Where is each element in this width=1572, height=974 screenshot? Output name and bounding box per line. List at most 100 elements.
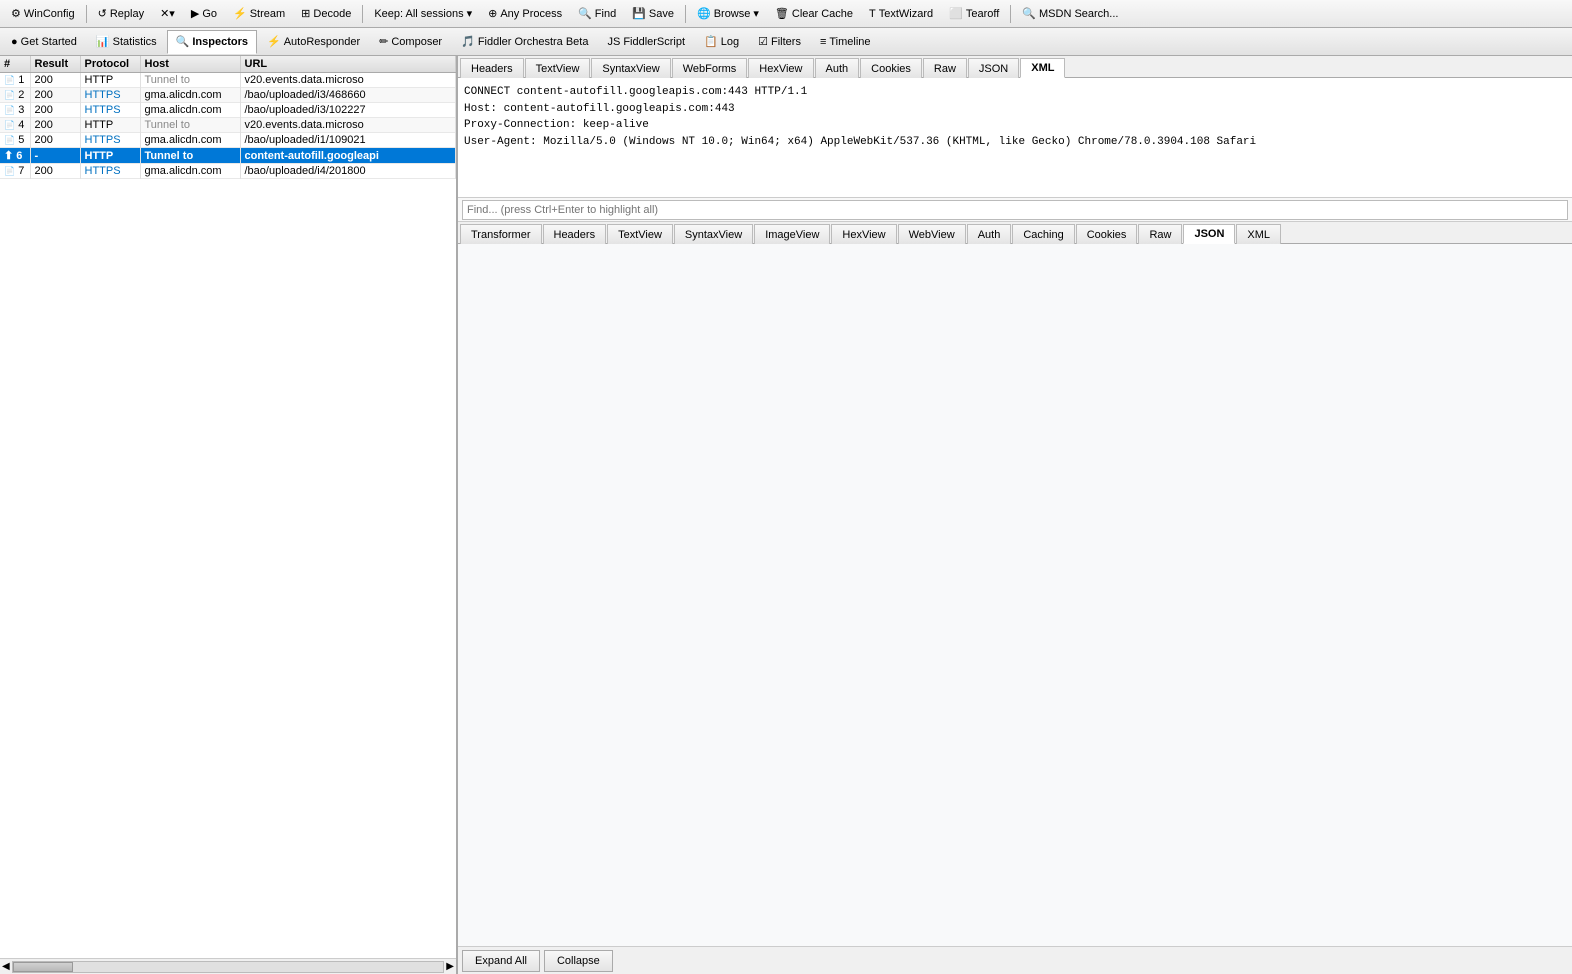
cell-host: Tunnel to xyxy=(140,148,240,164)
go-button[interactable]: ▶ Go xyxy=(184,3,224,25)
lower-tab-caching[interactable]: Caching xyxy=(1012,224,1074,244)
table-row[interactable]: 📄 5 200 HTTPS gma.alicdn.com /bao/upload… xyxy=(0,133,456,148)
table-row[interactable]: 📄 1 200 HTTP Tunnel to v20.events.data.m… xyxy=(0,73,456,88)
tab-filters[interactable]: ☑ Filters xyxy=(749,30,810,54)
table-row[interactable]: 📄 3 200 HTTPS gma.alicdn.com /bao/upload… xyxy=(0,103,456,118)
x-button[interactable]: ✕▾ xyxy=(153,3,182,25)
tearoff-icon: ⬜ xyxy=(949,7,963,20)
lower-tab-transformer[interactable]: Transformer xyxy=(460,224,542,244)
lower-tab-webview[interactable]: WebView xyxy=(898,224,966,244)
filters-icon: ☑ xyxy=(758,35,768,48)
stream-button[interactable]: ⚡ Stream xyxy=(226,3,292,25)
replay-button[interactable]: ↺ Replay xyxy=(91,3,151,25)
secondary-tabbar: ● Get Started 📊 Statistics 🔍 Inspectors … xyxy=(0,28,1572,56)
cell-protocol: HTTP xyxy=(80,118,140,133)
tab-autoresponder[interactable]: ⚡ AutoResponder xyxy=(258,30,369,54)
upper-tab-cookies[interactable]: Cookies xyxy=(860,58,922,78)
fiddlerscript-icon: JS xyxy=(607,36,620,48)
table-row[interactable]: 📄 4 200 HTTP Tunnel to v20.events.data.m… xyxy=(0,118,456,133)
tearoff-button[interactable]: ⬜ Tearoff xyxy=(942,3,1006,25)
upper-tab-raw[interactable]: Raw xyxy=(923,58,967,78)
any-process-button[interactable]: ⊕ Any Process xyxy=(481,3,569,25)
table-row[interactable]: 📄 7 200 HTTPS gma.alicdn.com /bao/upload… xyxy=(0,164,456,179)
tab-get-started[interactable]: ● Get Started xyxy=(2,30,86,54)
upper-tab-textview[interactable]: TextView xyxy=(525,58,591,78)
lower-tab-xml[interactable]: XML xyxy=(1236,224,1281,244)
cell-id: 📄 3 xyxy=(0,103,30,118)
cell-id: 📄 7 xyxy=(0,164,30,179)
lower-tab-headers[interactable]: Headers xyxy=(543,224,607,244)
lower-tab-cookies[interactable]: Cookies xyxy=(1076,224,1138,244)
lower-tab-auth[interactable]: Auth xyxy=(967,224,1012,244)
bottom-button-bar: Expand All Collapse xyxy=(458,946,1572,974)
main-toolbar: ⚙ WinConfig ↺ Replay ✕▾ ▶ Go ⚡ Stream ⊞ … xyxy=(0,0,1572,28)
inspector-panel: Headers TextView SyntaxView WebForms Hex… xyxy=(458,56,1572,974)
textwizard-icon: T xyxy=(869,8,876,20)
tab-inspectors[interactable]: 🔍 Inspectors xyxy=(167,30,257,54)
timeline-icon: ≡ xyxy=(820,36,826,48)
cell-host: Tunnel to xyxy=(140,73,240,88)
table-row[interactable]: ⬆ 6 - HTTP Tunnel to content-autofill.go… xyxy=(0,148,456,164)
winconfig-icon: ⚙ xyxy=(11,7,21,20)
request-line: Proxy-Connection: keep-alive xyxy=(464,117,1566,134)
tab-timeline[interactable]: ≡ Timeline xyxy=(811,30,880,54)
upper-tab-json[interactable]: JSON xyxy=(968,58,1019,78)
toolbar-divider-1 xyxy=(86,5,87,23)
lower-tab-syntaxview[interactable]: SyntaxView xyxy=(674,224,753,244)
decode-button[interactable]: ⊞ Decode xyxy=(294,3,358,25)
decode-icon: ⊞ xyxy=(301,7,310,20)
response-content-area xyxy=(458,244,1572,946)
upper-tab-syntaxview[interactable]: SyntaxView xyxy=(591,58,670,78)
expand-all-button[interactable]: Expand All xyxy=(462,950,540,972)
tab-fiddlerscript[interactable]: JS FiddlerScript xyxy=(598,30,694,54)
cell-protocol: HTTPS xyxy=(80,88,140,103)
collapse-button[interactable]: Collapse xyxy=(544,950,613,972)
tab-statistics[interactable]: 📊 Statistics xyxy=(87,30,166,54)
composer-icon: ✏ xyxy=(379,35,388,48)
save-icon: 💾 xyxy=(632,7,646,20)
upper-inspector-tabs: Headers TextView SyntaxView WebForms Hex… xyxy=(458,56,1572,78)
tab-fiddler-orchestra[interactable]: 🎵 Fiddler Orchestra Beta xyxy=(452,30,597,54)
textwizard-button[interactable]: T TextWizard xyxy=(862,3,940,25)
lower-tab-raw[interactable]: Raw xyxy=(1138,224,1182,244)
tab-log[interactable]: 📋 Log xyxy=(695,30,748,54)
upper-tab-hexview[interactable]: HexView xyxy=(748,58,813,78)
get-started-icon: ● xyxy=(11,36,18,48)
tab-composer[interactable]: ✏ Composer xyxy=(370,30,451,54)
upper-tab-auth[interactable]: Auth xyxy=(815,58,860,78)
sessions-table[interactable]: # Result Protocol Host URL 📄 1 200 HTTP … xyxy=(0,56,456,958)
cell-url: v20.events.data.microso xyxy=(240,73,456,88)
find-button[interactable]: 🔍 Find xyxy=(571,3,623,25)
cell-host: gma.alicdn.com xyxy=(140,88,240,103)
cell-url: /bao/uploaded/i1/109021 xyxy=(240,133,456,148)
cell-result: - xyxy=(30,148,80,164)
scroll-right-arrow[interactable]: ▶ xyxy=(446,961,454,972)
winconfig-button[interactable]: ⚙ WinConfig xyxy=(4,3,82,25)
lower-tab-json[interactable]: JSON xyxy=(1183,224,1235,244)
horizontal-scrollbar[interactable]: ◀ ▶ xyxy=(0,958,456,974)
cell-host: gma.alicdn.com xyxy=(140,103,240,118)
log-icon: 📋 xyxy=(704,35,718,48)
lower-tab-imageview[interactable]: ImageView xyxy=(754,224,830,244)
scroll-left-arrow[interactable]: ◀ xyxy=(2,961,10,972)
upper-tab-headers[interactable]: Headers xyxy=(460,58,524,78)
upper-tab-xml[interactable]: XML xyxy=(1020,58,1065,78)
keep-button[interactable]: Keep: All sessions ▾ xyxy=(367,3,479,25)
cell-protocol: HTTPS xyxy=(80,103,140,118)
upper-tab-webforms[interactable]: WebForms xyxy=(672,58,748,78)
cell-url: /bao/uploaded/i3/102227 xyxy=(240,103,456,118)
table-row[interactable]: 📄 2 200 HTTPS gma.alicdn.com /bao/upload… xyxy=(0,88,456,103)
stream-icon: ⚡ xyxy=(233,7,247,20)
msdn-search-button[interactable]: 🔍 MSDN Search... xyxy=(1015,3,1125,25)
lower-tab-textview[interactable]: TextView xyxy=(607,224,673,244)
browse-dropdown-icon: ▾ xyxy=(753,7,759,20)
cell-host: Tunnel to xyxy=(140,118,240,133)
lower-tab-hexview[interactable]: HexView xyxy=(831,224,896,244)
cell-result: 200 xyxy=(30,164,80,179)
save-button[interactable]: 💾 Save xyxy=(625,3,681,25)
col-header-result: Result xyxy=(30,56,80,73)
clear-cache-button[interactable]: 🗑 Clear Cache xyxy=(768,3,860,25)
browse-button[interactable]: 🌐 Browse ▾ xyxy=(690,3,766,25)
find-input[interactable] xyxy=(462,200,1568,220)
cell-result: 200 xyxy=(30,118,80,133)
